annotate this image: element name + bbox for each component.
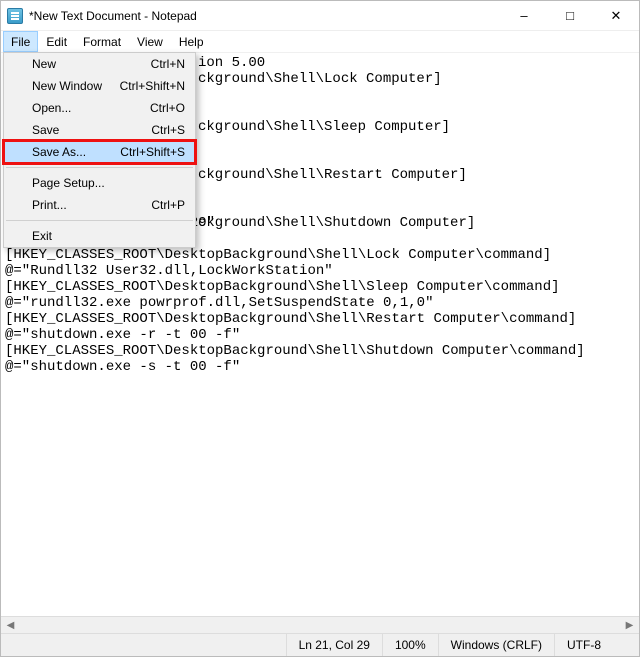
document-line: [HKEY_CLASSES_ROOT\DesktopBackground\She…: [5, 279, 560, 295]
menu-item-label: Page Setup...: [32, 176, 105, 190]
window-buttons: – □ ✕: [501, 1, 639, 30]
document-line: @="Rundll32 User32.dll,LockWorkStation": [5, 263, 333, 279]
menu-item-label: Open...: [32, 101, 71, 115]
menu-item-exit[interactable]: Exit: [4, 225, 195, 247]
document-line: ckground\Shell\Restart Computer]: [198, 167, 467, 183]
menu-item-label: New Window: [32, 79, 102, 93]
window-title: *New Text Document - Notepad: [29, 9, 501, 23]
menu-item-label: Exit: [32, 229, 52, 243]
menubar: File Edit Format View Help: [1, 31, 639, 53]
document-line: ion 5.00: [198, 55, 265, 71]
menu-item-new-window[interactable]: New Window Ctrl+Shift+N: [4, 75, 195, 97]
status-encoding: UTF-8: [554, 634, 639, 656]
menu-separator: [6, 167, 193, 168]
menu-item-shortcut: Ctrl+P: [151, 198, 185, 212]
minimize-button[interactable]: –: [501, 1, 547, 30]
menu-help[interactable]: Help: [171, 31, 212, 52]
menu-item-label: Print...: [32, 198, 67, 212]
notepad-icon: [7, 8, 23, 24]
status-line-ending: Windows (CRLF): [438, 634, 554, 656]
menu-item-shortcut: Ctrl+Shift+S: [120, 145, 185, 159]
menu-item-shortcut: Ctrl+O: [150, 101, 185, 115]
file-menu-dropdown: New Ctrl+N New Window Ctrl+Shift+N Open... Ct…: [3, 52, 196, 248]
titlebar: *New Text Document - Notepad – □ ✕: [1, 1, 639, 31]
document-line: @="shutdown.exe -r -t 00 -f": [5, 327, 240, 343]
menu-item-new[interactable]: New Ctrl+N: [4, 53, 195, 75]
menu-item-save[interactable]: Save Ctrl+S: [4, 119, 195, 141]
menu-item-label: Save: [32, 123, 59, 137]
menu-item-shortcut: Ctrl+S: [151, 123, 185, 137]
menu-item-page-setup[interactable]: Page Setup...: [4, 172, 195, 194]
close-button[interactable]: ✕: [593, 1, 639, 30]
document-line: ckground\Shell\Shutdown Computer]: [198, 215, 475, 231]
document-line: @="rundll32.exe powrprof.dll,SetSuspendS…: [5, 295, 433, 311]
menu-separator: [6, 220, 193, 221]
document-line: [HKEY_CLASSES_ROOT\DesktopBackground\She…: [5, 247, 551, 263]
menu-item-print[interactable]: Print... Ctrl+P: [4, 194, 195, 216]
document-line: ckground\Shell\Lock Computer]: [198, 71, 442, 87]
maximize-button[interactable]: □: [547, 1, 593, 30]
document-line: [HKEY_CLASSES_ROOT\DesktopBackground\She…: [5, 343, 585, 359]
menu-item-shortcut: Ctrl+Shift+N: [120, 79, 185, 93]
scroll-right-icon[interactable]: ▶: [622, 620, 637, 631]
document-line: @="shutdown.exe -s -t 00 -f": [5, 359, 240, 375]
status-spacer: [1, 634, 286, 656]
menu-edit[interactable]: Edit: [38, 31, 75, 52]
statusbar: Ln 21, Col 29 100% Windows (CRLF) UTF-8: [1, 633, 639, 656]
menu-item-label: Save As...: [32, 145, 86, 159]
status-position: Ln 21, Col 29: [286, 634, 382, 656]
menu-item-label: New: [32, 57, 56, 71]
menu-item-open[interactable]: Open... Ctrl+O: [4, 97, 195, 119]
menu-file[interactable]: File: [3, 31, 38, 52]
scroll-left-icon[interactable]: ◀: [3, 620, 18, 631]
menu-view[interactable]: View: [129, 31, 171, 52]
horizontal-scrollbar[interactable]: ◀ ▶: [1, 616, 639, 633]
menu-item-shortcut: Ctrl+N: [151, 57, 185, 71]
document-line: ckground\Shell\Sleep Computer]: [198, 119, 450, 135]
menu-item-save-as[interactable]: Save As... Ctrl+Shift+S: [4, 141, 195, 163]
status-zoom: 100%: [382, 634, 438, 656]
menu-format[interactable]: Format: [75, 31, 129, 52]
document-line: [HKEY_CLASSES_ROOT\DesktopBackground\She…: [5, 311, 576, 327]
